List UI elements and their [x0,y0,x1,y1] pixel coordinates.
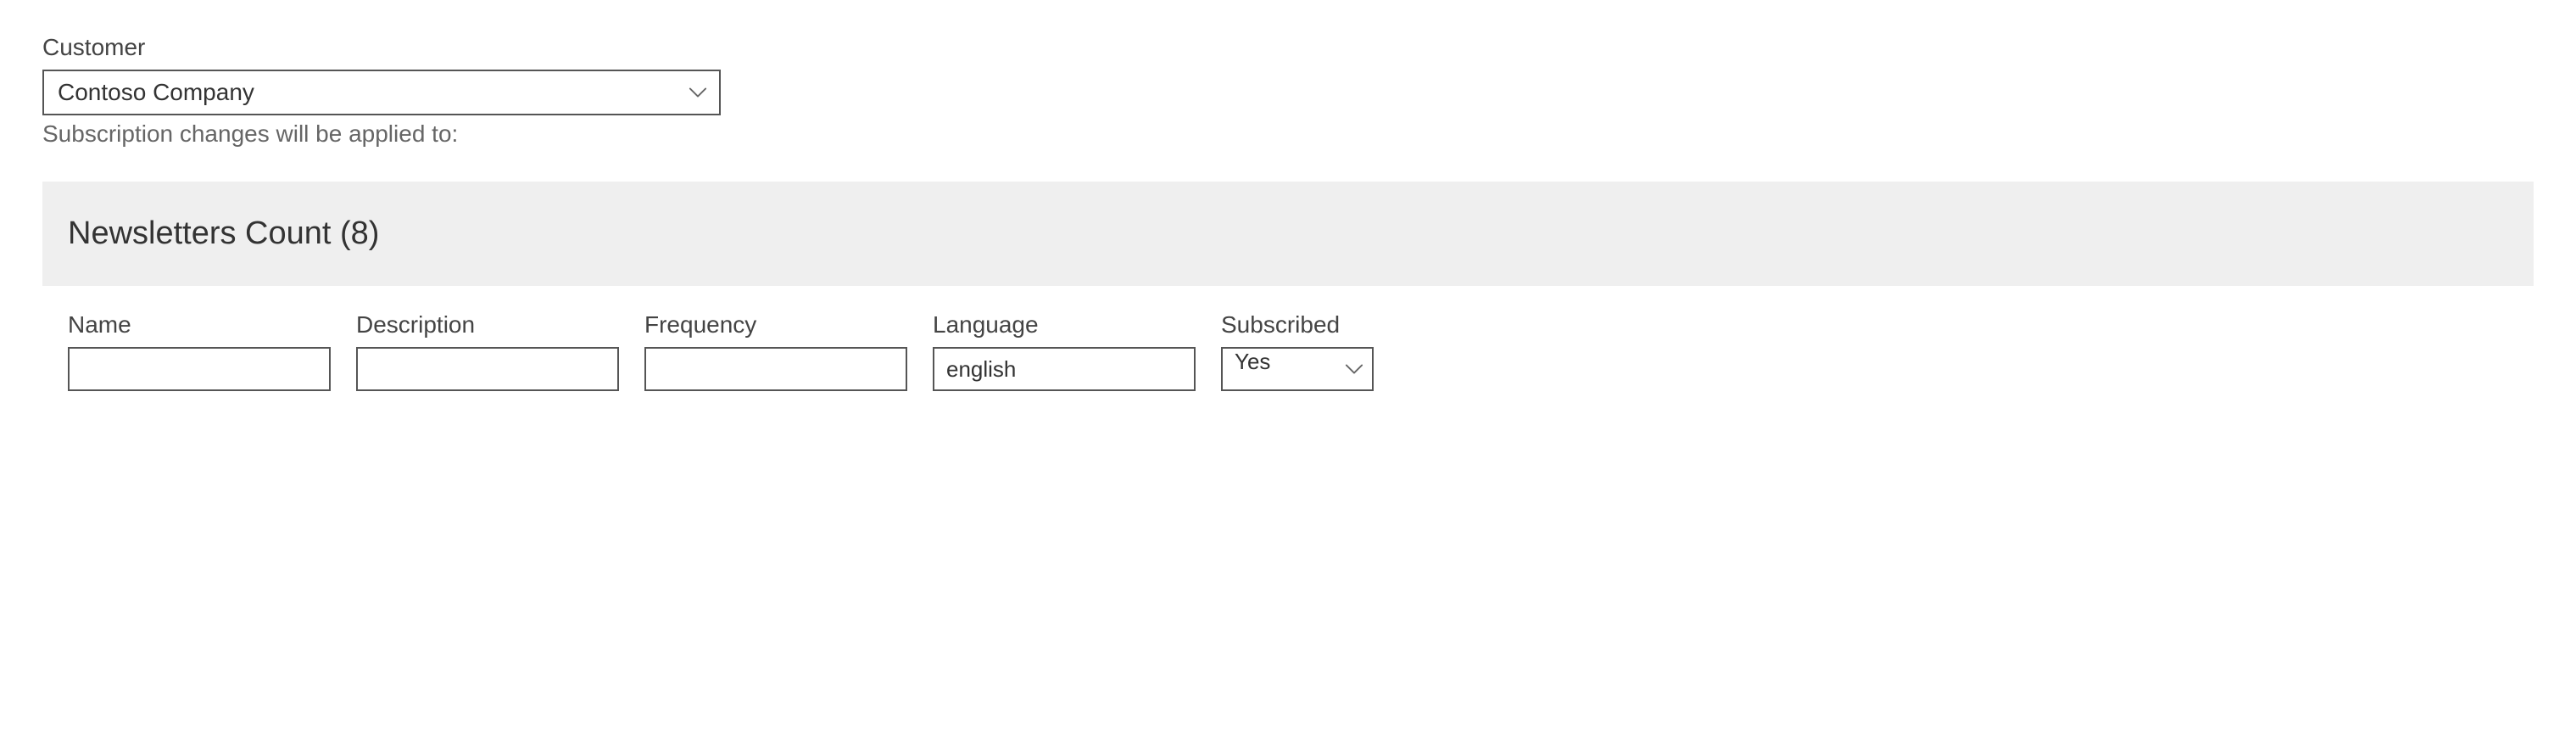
filter-language-input[interactable] [933,347,1196,391]
filter-description-column: Description [356,311,619,391]
chevron-down-icon [1345,363,1363,375]
customer-help-text: Subscription changes will be applied to: [42,120,2534,148]
filter-name-column: Name [68,311,331,391]
customer-label: Customer [42,34,2534,61]
filter-subscribed-label: Subscribed [1221,311,1374,339]
customer-select[interactable]: Contoso Company [42,70,721,115]
filter-description-label: Description [356,311,619,339]
filter-frequency-input[interactable] [644,347,907,391]
filter-subscribed-select[interactable]: Yes [1221,347,1374,391]
filter-row: Name Description Frequency Language Subs… [42,286,2534,391]
newsletters-count-title: Newsletters Count (8) [68,215,2508,252]
filter-description-input[interactable] [356,347,619,391]
filter-subscribed-value: Yes [1235,349,1270,374]
filter-language-label: Language [933,311,1196,339]
customer-field: Customer Contoso Company Subscription ch… [42,34,2534,148]
filter-name-input[interactable] [68,347,331,391]
filter-name-label: Name [68,311,331,339]
filter-frequency-label: Frequency [644,311,907,339]
newsletters-section-header: Newsletters Count (8) [42,182,2534,286]
customer-select-value: Contoso Company [58,79,254,105]
filter-language-column: Language [933,311,1196,391]
filter-subscribed-column: Subscribed Yes [1221,311,1374,391]
filter-frequency-column: Frequency [644,311,907,391]
chevron-down-icon [689,87,707,98]
